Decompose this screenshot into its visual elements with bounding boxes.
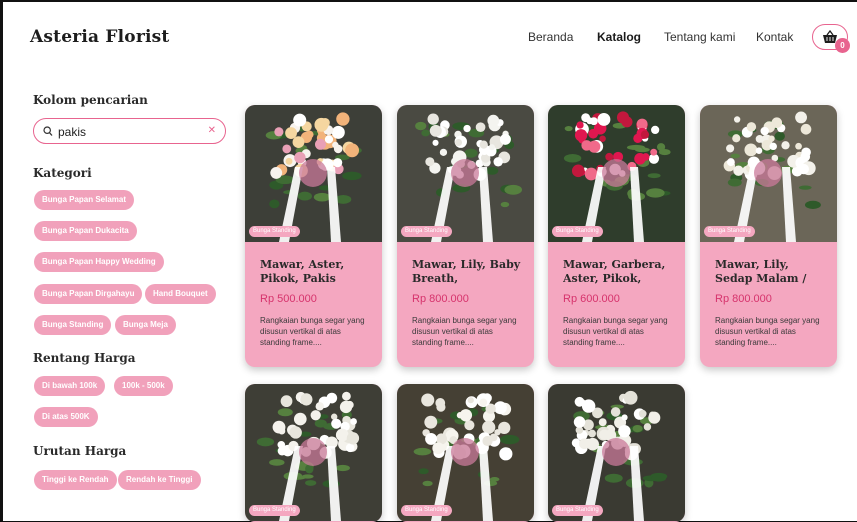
product-image[interactable]	[397, 105, 534, 242]
search-field[interactable]: ✕	[33, 118, 226, 144]
product-price: Rp 600.000	[563, 293, 620, 305]
cart-count-badge: 0	[835, 38, 850, 53]
product-category-tag: Bunga Standing	[552, 226, 603, 237]
product-category-tag: Bunga Standing	[704, 226, 755, 237]
product-card[interactable]: Bunga Standing Mawar, Lily, Baby Breath, …	[397, 105, 534, 367]
sort-section-title: Urutan Harga	[33, 444, 127, 458]
product-category-tag: Bunga Standing	[401, 226, 452, 237]
cart-button[interactable]: 0	[812, 24, 850, 53]
product-description: Rangkaian bunga segar yang disusun verti…	[260, 316, 365, 347]
product-card[interactable]: Bunga Standing	[548, 384, 685, 522]
category-chip-bunga-papan-selamat[interactable]: Bunga Papan Selamat	[34, 190, 135, 210]
product-title[interactable]: Mawar, Garbera, Aster, Pikok, Daun...	[563, 258, 675, 286]
product-price: Rp 500.000	[260, 293, 317, 305]
product-description: Rangkaian bunga segar yang disusun verti…	[412, 316, 517, 347]
product-image[interactable]	[548, 105, 685, 242]
nav-katalog[interactable]: Katalog	[597, 30, 641, 44]
product-card[interactable]: Bunga Standing	[245, 384, 382, 522]
product-card[interactable]: Bunga Standing	[397, 384, 534, 522]
product-image[interactable]	[245, 384, 382, 521]
product-category-tag: Bunga Standing	[401, 505, 452, 516]
product-image[interactable]	[700, 105, 837, 242]
product-description: Rangkaian bunga segar yang disusun verti…	[563, 316, 668, 347]
product-price: Rp 800.000	[412, 293, 469, 305]
category-chip-bunga-meja[interactable]: Bunga Meja	[115, 315, 176, 335]
price-range-chip-under-100k[interactable]: Di bawah 100k	[34, 376, 106, 396]
product-card[interactable]: Bunga Standing Mawar, Lily, Sedap Malam /…	[700, 105, 837, 367]
nav-tentang-kami[interactable]: Tentang kami	[664, 30, 735, 44]
close-icon[interactable]: ✕	[208, 125, 216, 136]
category-chip-bunga-papan-dirgahayu[interactable]: Bunga Papan Dirgahayu	[34, 284, 143, 304]
price-range-section-title: Rentang Harga	[33, 351, 136, 365]
product-category-tag: Bunga Standing	[249, 505, 300, 516]
brand-logo[interactable]: Asteria Florist	[30, 27, 169, 47]
category-chip-bunga-papan-dukacita[interactable]: Bunga Papan Dukacita	[34, 221, 137, 241]
category-section-title: Kategori	[33, 166, 92, 180]
price-range-chip-100k-500k[interactable]: 100k - 500k	[114, 376, 173, 396]
search-input[interactable]	[58, 123, 208, 140]
product-card[interactable]: Bunga Standing Mawar, Garbera, Aster, Pik…	[548, 105, 685, 367]
sort-chip-low-to-high[interactable]: Rendah ke Tinggi	[118, 470, 201, 490]
price-range-chip-above-500k[interactable]: Di atas 500K	[34, 407, 98, 427]
product-image[interactable]	[245, 105, 382, 242]
search-icon	[43, 126, 53, 136]
product-description: Rangkaian bunga segar yang disusun verti…	[715, 316, 820, 347]
nav-kontak[interactable]: Kontak	[756, 30, 793, 44]
search-section-title: Kolom pencarian	[33, 93, 148, 107]
category-chip-bunga-standing[interactable]: Bunga Standing	[34, 315, 112, 335]
category-chip-hand-bouquet[interactable]: Hand Bouquet	[145, 284, 216, 304]
product-price: Rp 800.000	[715, 293, 772, 305]
product-title[interactable]: Mawar, Lily, Baby Breath, Snapdragon...	[412, 258, 524, 286]
product-category-tag: Bunga Standing	[249, 226, 300, 237]
product-title[interactable]: Mawar, Lily, Sedap Malam / Snapdrago...	[715, 258, 827, 286]
nav-beranda[interactable]: Beranda	[528, 30, 573, 44]
product-title[interactable]: Mawar, Aster, Pikok, Pakis	[260, 258, 372, 286]
product-category-tag: Bunga Standing	[552, 505, 603, 516]
sort-chip-high-to-low[interactable]: Tinggi ke Rendah	[34, 470, 117, 490]
product-image[interactable]	[397, 384, 534, 521]
product-image[interactable]	[548, 384, 685, 521]
category-chip-bunga-papan-happy-wedding[interactable]: Bunga Papan Happy Wedding	[34, 252, 164, 272]
product-card[interactable]: Bunga Standing Mawar, Aster, Pikok, Pakis…	[245, 105, 382, 367]
